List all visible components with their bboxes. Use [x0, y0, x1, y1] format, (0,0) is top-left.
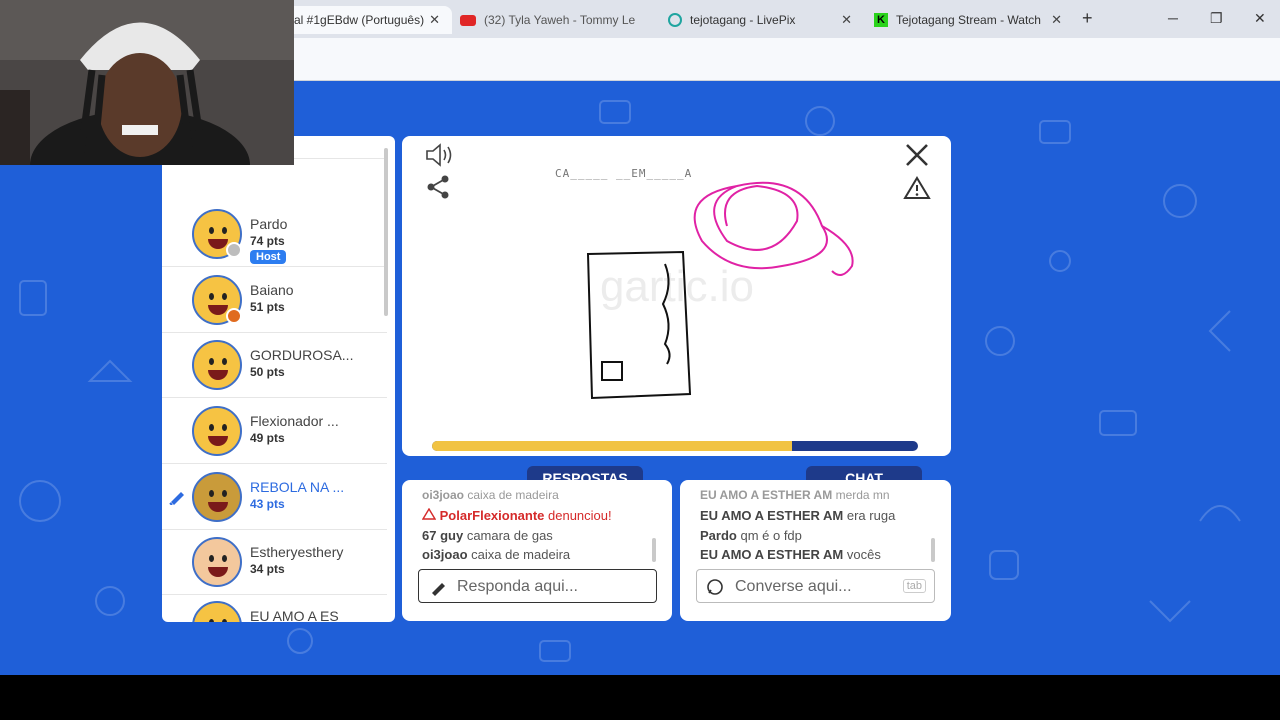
answers-scrollbar[interactable]: [652, 538, 656, 562]
player-row[interactable]: Pardo 74 pts Host: [162, 202, 387, 267]
browser-tab-game[interactable]: al #1gEBdw (Português) ✕: [280, 6, 452, 34]
answer-message-alert: PolarFlexionante denunciou!: [421, 507, 612, 523]
player-avatar: [192, 340, 242, 390]
browser-tab-livepix[interactable]: tejotagang - LivePix ✕: [668, 6, 856, 34]
browser-tab-kick[interactable]: K Tejotagang Stream - Watch ✕: [874, 6, 1066, 34]
tab-label: al #1gEBdw (Português): [294, 13, 425, 27]
player-name: EU AMO A ES: [250, 608, 339, 622]
players-scrollbar[interactable]: [384, 148, 388, 316]
player-status-dot: [226, 308, 242, 324]
word-hint-text: CA_____ __EM_____A: [555, 167, 693, 180]
chat-text: era ruga: [846, 508, 896, 523]
answer-message: 67 guy camara de gas: [422, 528, 553, 543]
player-row[interactable]: EU AMO A ES: [162, 594, 387, 622]
browser-tab-youtube[interactable]: (32) Tyla Yaweh - Tommy Le: [460, 6, 658, 34]
players-panel: 78 ptsPardo74 ptsHostBaiano51 ptsGORDURO…: [162, 136, 395, 622]
answers-box: oi3joao caixa de madeira PolarFlexionant…: [402, 480, 672, 621]
pencil-icon: [429, 578, 447, 601]
player-name: Estheryesthery: [250, 544, 344, 560]
tab-label: tejotagang - LivePix: [690, 13, 796, 27]
chat-input[interactable]: Converse aqui... tab: [696, 569, 935, 603]
player-avatar: [192, 537, 242, 587]
restore-button[interactable]: ❐: [1210, 10, 1223, 27]
minimize-button[interactable]: ─: [1168, 10, 1178, 26]
answer-text: caixa de madeira: [467, 488, 559, 502]
answer-text: caixa de madeira: [471, 547, 571, 562]
player-score: 34 pts: [250, 562, 285, 576]
chat-box: EU AMO A ESTHER AM merda mn EU AMO A EST…: [680, 480, 951, 621]
player-row[interactable]: REBOLA NA ... 43 pts: [162, 465, 387, 530]
chat-message: EU AMO A ESTHER AM merda mn: [700, 488, 890, 502]
chat-user: EU AMO A ESTHER AM: [700, 508, 844, 523]
youtube-icon: [460, 14, 476, 26]
chat-text: merda mn: [835, 488, 890, 502]
black-bottom-bar: [0, 675, 1280, 720]
answer-text: camara de gas: [466, 528, 553, 543]
answer-input[interactable]: Responda aqui...: [418, 569, 657, 603]
tab-label: (32) Tyla Yaweh - Tommy Le: [484, 13, 636, 27]
answer-input-placeholder: Responda aqui...: [457, 578, 578, 595]
chat-text: vocês: [846, 547, 881, 562]
close-window-button[interactable]: ✕: [1254, 10, 1266, 27]
streamer-webcam-image: [0, 0, 294, 165]
player-score: 74 pts: [250, 234, 285, 248]
chat-message: EU AMO A ESTHER AM vocês: [700, 547, 881, 562]
chat-message: EU AMO A ESTHER AM era ruga: [700, 508, 895, 523]
chat-message: Pardo qm é o fdp: [700, 528, 802, 543]
answer-user: oi3joao: [422, 547, 468, 562]
answer-message: oi3joao caixa de madeira: [422, 547, 570, 562]
word-hint: CA_____ __EM_____A: [555, 164, 692, 182]
chat-scrollbar[interactable]: [931, 538, 935, 562]
player-name: Pardo: [250, 216, 288, 232]
drawing-canvas-panel[interactable]: gartic.io: [402, 136, 951, 456]
player-name: Flexionador ...: [250, 413, 339, 429]
tab-key-hint: tab: [902, 579, 926, 593]
player-row[interactable]: Estheryesthery 34 pts: [162, 530, 387, 595]
chat-user: EU AMO A ESTHER AM: [700, 547, 844, 562]
round-timer-bar: [432, 441, 918, 451]
player-status-dot: [226, 242, 242, 258]
report-warning-icon[interactable]: [903, 176, 931, 205]
drawing-pencil-icon: [168, 487, 186, 506]
chat-text: qm é o fdp: [740, 528, 802, 543]
webcam-overlay: [0, 0, 294, 165]
host-badge: Host: [250, 250, 287, 264]
round-timer-fill: [432, 441, 792, 451]
answer-text: denunciou!: [548, 508, 612, 523]
answer-user: 67 guy: [422, 528, 464, 543]
chat-bubble-icon: [706, 578, 724, 601]
player-row[interactable]: Baiano 51 pts: [162, 268, 387, 333]
answer-message: oi3joao caixa de madeira: [422, 488, 559, 502]
player-name: GORDUROSA...: [250, 347, 354, 363]
player-score: 49 pts: [250, 431, 285, 445]
alert-triangle-icon: [421, 507, 437, 523]
watermark-logo: gartic.io: [600, 262, 754, 311]
livepix-icon: [668, 13, 682, 27]
sound-toggle-icon[interactable]: [424, 142, 454, 173]
close-tab-icon[interactable]: ✕: [429, 12, 440, 28]
answer-user: oi3joao: [422, 488, 465, 502]
close-tab-icon[interactable]: ✕: [841, 12, 852, 28]
player-score: 51 pts: [250, 300, 285, 314]
new-tab-button[interactable]: +: [1082, 8, 1093, 29]
player-row[interactable]: GORDUROSA... 50 pts: [162, 333, 387, 398]
player-avatar: [192, 406, 242, 456]
chat-user: EU AMO A ESTHER AM: [700, 488, 833, 502]
player-name: Baiano: [250, 282, 294, 298]
player-name: REBOLA NA ...: [250, 479, 345, 495]
kick-icon: K: [874, 13, 888, 27]
answer-user: PolarFlexionante: [439, 508, 545, 523]
tab-label: Tejotagang Stream - Watch: [896, 13, 1041, 27]
share-icon[interactable]: [426, 174, 452, 205]
chat-user: Pardo: [700, 528, 737, 543]
close-icon[interactable]: [904, 142, 930, 173]
drawing-canvas[interactable]: gartic.io: [402, 136, 951, 456]
player-avatar: [192, 601, 242, 622]
close-tab-icon[interactable]: ✕: [1051, 12, 1062, 28]
player-avatar: [192, 472, 242, 522]
player-row[interactable]: Flexionador ... 49 pts: [162, 399, 387, 464]
player-score: 50 pts: [250, 365, 285, 379]
chat-input-placeholder: Converse aqui...: [735, 578, 852, 595]
player-score: 43 pts: [250, 497, 285, 511]
